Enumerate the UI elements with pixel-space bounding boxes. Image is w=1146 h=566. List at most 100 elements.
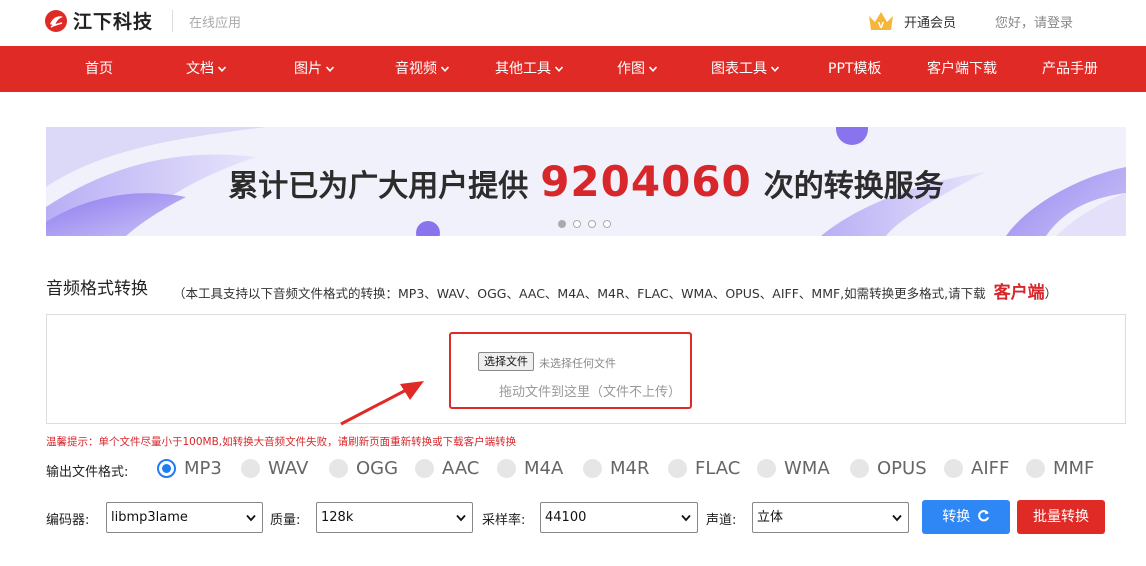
format-label: MP3 [184, 458, 222, 479]
svg-text:V: V [878, 21, 885, 30]
brand-name: 江下科技 [73, 11, 154, 33]
format-option-aiff[interactable]: AIFF [944, 458, 1009, 479]
client-download-link[interactable]: 客户端 [994, 278, 1045, 303]
brand-subtitle: 在线应用 [189, 16, 242, 31]
format-label: OGG [356, 458, 399, 479]
format-option-mp3[interactable]: MP3 [157, 458, 222, 479]
tool-title: 音频格式转换 [46, 279, 148, 299]
top-header: 江下科技 在线应用 V 开通会员 您好，请登录 [0, 0, 1146, 46]
format-option-aac[interactable]: AAC [415, 458, 479, 479]
format-option-opus[interactable]: OPUS [850, 458, 927, 479]
carousel-dot[interactable] [573, 220, 581, 228]
chevron-down-icon [456, 514, 466, 522]
nav-item-images[interactable]: 图片 [294, 46, 335, 92]
format-option-wav[interactable]: WAV [241, 458, 308, 479]
format-option-flac[interactable]: FLAC [668, 458, 740, 479]
nav-label: 图表工具 [711, 61, 767, 77]
format-label: AAC [442, 458, 480, 479]
carousel-dot[interactable] [588, 220, 596, 228]
chevron-down-icon [440, 66, 450, 72]
chevron-down-icon [681, 514, 691, 522]
samplerate-value: 44100 [545, 510, 587, 525]
carousel-dot[interactable] [558, 220, 566, 228]
format-label: AIFF [971, 458, 1010, 479]
nav-item-draw[interactable]: 作图 [617, 46, 658, 92]
format-label: MMF [1053, 458, 1095, 479]
vip-link[interactable]: V 开通会员 [866, 8, 956, 34]
radio-icon [497, 459, 516, 478]
batch-convert-button[interactable]: 批量转换 [1017, 500, 1105, 534]
nav-item-home[interactable]: 首页 [85, 46, 113, 92]
radio-icon [241, 459, 260, 478]
tool-note-text: （本工具支持以下音频文件格式的转换：MP3、WAV、OGG、AAC、M4A、M4… [173, 286, 986, 301]
banner-headline: 累计已为广大用户提供 9204060 次的转换服务 [46, 157, 1126, 206]
radio-icon [1026, 459, 1045, 478]
drop-hint: 拖动文件到这里（文件不上传） [499, 385, 682, 400]
nav-label: 音视频 [395, 61, 437, 77]
nav-item-client-download[interactable]: 客户端下载 [927, 46, 997, 92]
format-option-wma[interactable]: WMA [757, 458, 830, 479]
no-file-text: 未选择任何文件 [539, 357, 616, 370]
nav-label: 作图 [617, 61, 645, 77]
format-label: WMA [784, 458, 830, 479]
format-option-m4a[interactable]: M4A [497, 458, 563, 479]
nav-item-ppt[interactable]: PPT模板 [828, 46, 881, 92]
vip-label: 开通会员 [904, 15, 957, 31]
refresh-icon [977, 510, 989, 522]
nav-label: 客户端下载 [927, 61, 997, 77]
samplerate-label: 采样率: [482, 513, 526, 528]
banner-prefix: 累计已为广大用户提供 [228, 169, 529, 204]
nav-label: 其他工具 [495, 61, 551, 77]
nav-item-manual[interactable]: 产品手册 [1042, 46, 1098, 92]
format-label: M4A [524, 458, 564, 479]
format-option-ogg[interactable]: OGG [329, 458, 398, 479]
conversion-count: 9204060 [540, 157, 752, 206]
nav-item-chart-tools[interactable]: 图表工具 [711, 46, 780, 92]
samplerate-select[interactable]: 44100 [540, 502, 698, 533]
format-option-m4r[interactable]: M4R [583, 458, 650, 479]
tool-note-close: ） [1044, 286, 1058, 301]
nav-item-docs[interactable]: 文档 [186, 46, 227, 92]
format-label: OPUS [877, 458, 927, 479]
carousel-dots [558, 220, 618, 228]
header-divider [172, 10, 173, 32]
radio-icon [850, 459, 869, 478]
login-link[interactable]: 您好，请登录 [995, 12, 1073, 31]
output-format-label: 输出文件格式: [46, 465, 129, 480]
quality-select[interactable]: 128k [316, 502, 473, 533]
radio-icon [583, 459, 602, 478]
upload-dropzone[interactable]: 选择文件 未选择任何文件 拖动文件到这里（文件不上传） [46, 314, 1126, 424]
radio-icon [944, 459, 963, 478]
nav-label: 文档 [186, 61, 214, 77]
radio-icon [415, 459, 434, 478]
nav-label: 产品手册 [1042, 61, 1098, 77]
main-nav: 首页 文档 图片 音视频 其他工具 作图 图表工具 PPT模板 客户端下载 产品… [0, 46, 1146, 92]
channel-select[interactable]: 立体 [752, 502, 909, 533]
tool-note: （本工具支持以下音频文件格式的转换：MP3、WAV、OGG、AAC、M4A、M4… [173, 278, 1057, 303]
nav-item-av[interactable]: 音视频 [395, 46, 450, 92]
logo[interactable]: 江下科技 [44, 7, 153, 34]
chevron-down-icon [325, 66, 335, 72]
encoder-label: 编码器: [46, 513, 90, 528]
radio-icon [329, 459, 348, 478]
format-option-mmf[interactable]: MMF [1026, 458, 1094, 479]
channel-label: 声道: [706, 513, 737, 528]
stats-banner[interactable]: 累计已为广大用户提供 9204060 次的转换服务 [46, 127, 1126, 236]
nav-item-other-tools[interactable]: 其他工具 [495, 46, 564, 92]
logo-icon [45, 9, 67, 32]
radio-icon [757, 459, 776, 478]
banner-suffix: 次的转换服务 [763, 169, 944, 204]
chevron-down-icon [246, 514, 256, 522]
red-arrow-annotation [340, 381, 424, 426]
radio-selected-icon [157, 459, 176, 478]
carousel-dot[interactable] [603, 220, 611, 228]
choose-file-button[interactable]: 选择文件 [478, 352, 534, 371]
warning-tip: 温馨提示：单个文件尽量小于100MB,如转换大音频文件失败，请刷新页面重新转换或… [46, 436, 517, 448]
encoder-value: libmp3lame [111, 510, 188, 525]
nav-label: 图片 [294, 61, 322, 77]
convert-label: 转换 [942, 509, 971, 525]
chevron-down-icon [892, 514, 902, 522]
convert-button[interactable]: 转换 [922, 500, 1010, 534]
encoder-select[interactable]: libmp3lame [106, 502, 263, 533]
radio-icon [668, 459, 687, 478]
